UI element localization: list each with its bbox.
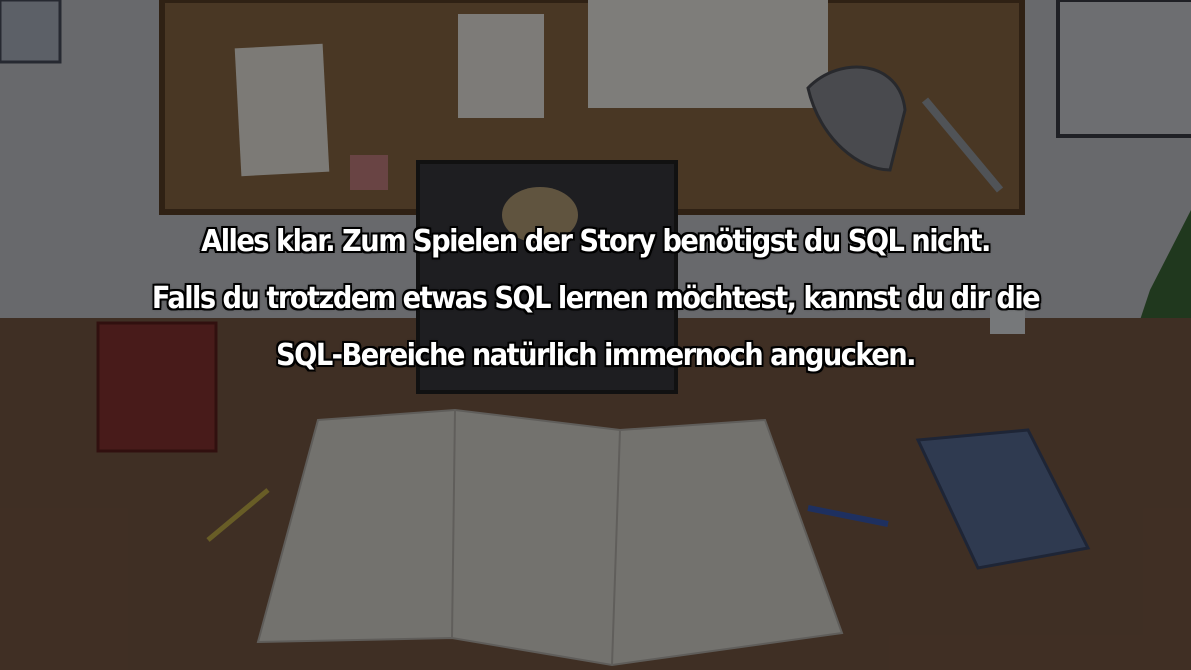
dim-overlay xyxy=(0,0,1191,670)
game-scene[interactable]: Alles klar. Zum Spielen der Story benöti… xyxy=(0,0,1191,670)
